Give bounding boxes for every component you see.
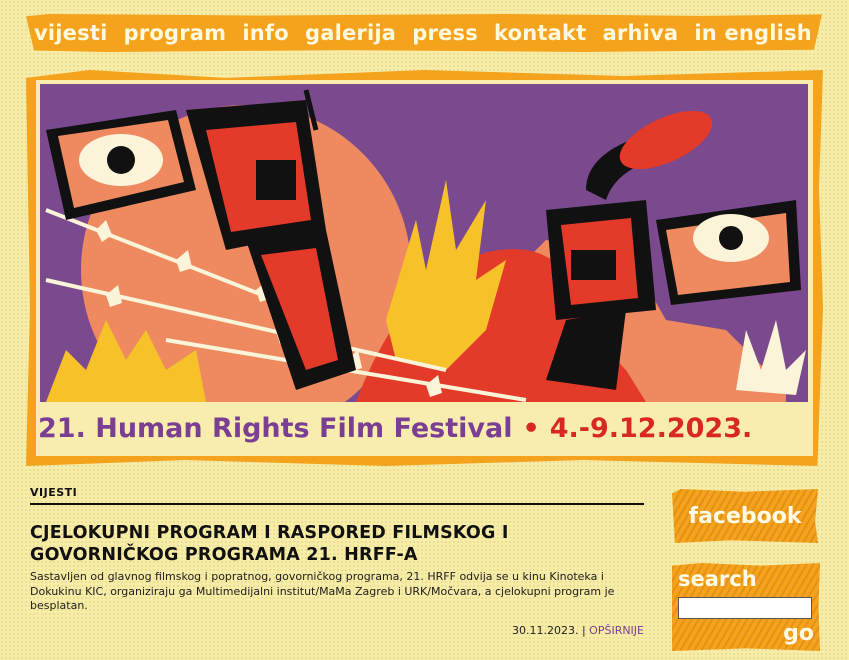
facebook-button[interactable]: facebook (672, 489, 818, 543)
nav-item-arhiva[interactable]: arhiva (603, 21, 679, 45)
nav-item-press[interactable]: press (412, 21, 478, 45)
read-more-link[interactable]: OPŠIRNIJE (589, 624, 644, 637)
search-panel: search go (672, 563, 820, 651)
section-divider (30, 503, 644, 505)
festival-title: 21. Human Rights Film Festival (38, 412, 513, 444)
nav-item-in-english[interactable]: in english (694, 21, 812, 45)
festival-separator: • (522, 412, 540, 444)
festival-title-line: 21. Human Rights Film Festival • 4.-9.12… (38, 406, 813, 450)
section-label: VIJESTI (30, 486, 78, 499)
nav-item-program[interactable]: program (124, 21, 227, 45)
news-date: 30.11.2023. (511, 624, 579, 637)
search-label: search (678, 567, 757, 591)
nav-item-vijesti[interactable]: vijesti (34, 21, 107, 45)
nav-item-info[interactable]: info (242, 21, 289, 45)
news-meta-separator: | (581, 624, 586, 637)
search-input[interactable] (678, 597, 812, 619)
festival-dates: 4.-9.12.2023. (549, 412, 753, 444)
news-summary: Sastavljen od glavnog filmskog i popratn… (30, 570, 615, 613)
nav-item-galerija[interactable]: galerija (305, 21, 396, 45)
facebook-label: facebook (688, 503, 802, 529)
main-nav: vijesti program info galerija press kont… (26, 14, 822, 52)
nav-item-kontakt[interactable]: kontakt (494, 21, 586, 45)
news-meta: 30.11.2023. | OPŠIRNIJE (512, 624, 644, 637)
go-button[interactable]: go (783, 621, 814, 646)
news-headline[interactable]: CJELOKUPNI PROGRAM I RASPORED FILMSKOG I… (30, 522, 630, 566)
festival-banner[interactable]: 21. Human Rights Film Festival • 4.-9.12… (26, 70, 823, 466)
